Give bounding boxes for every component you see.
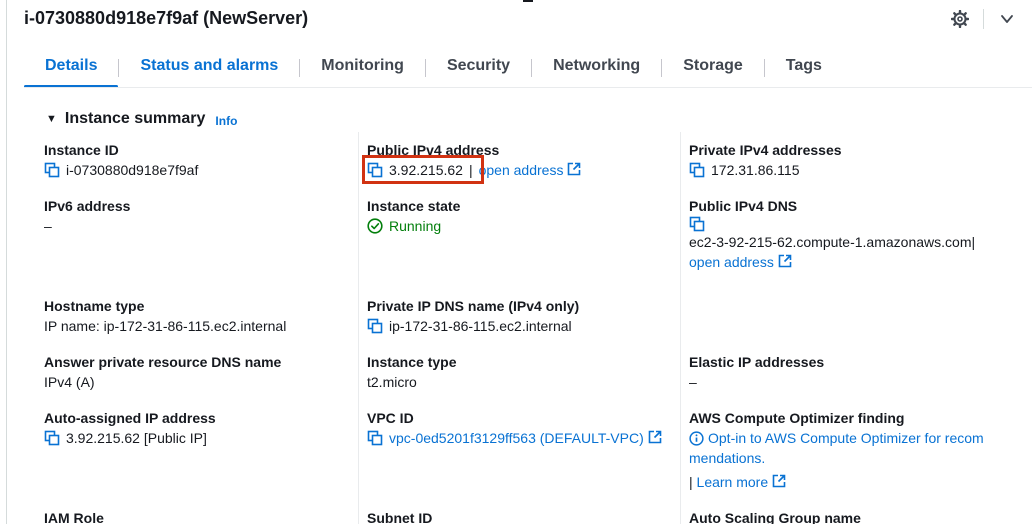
tabs-underline [24, 87, 1032, 88]
field-value: i-0730880d918e7f9af [44, 160, 198, 180]
field-value [689, 216, 975, 232]
field-label: Private IPv4 addresses [689, 142, 842, 158]
field-label: Auto-assigned IP address [44, 410, 216, 426]
copy-icon[interactable] [367, 318, 383, 334]
learn-more-link[interactable]: Learn more [697, 474, 787, 490]
private-ipv4-value: 172.31.86.115 [711, 162, 800, 178]
field-hostname-type: Hostname type IP name: ip-172-31-86-115.… [44, 296, 286, 336]
field-value: 172.31.86.115 [689, 160, 842, 180]
field-answer-dns: Answer private resource DNS name IPv4 (A… [44, 352, 281, 392]
column-divider [358, 132, 359, 524]
collapse-caret-icon[interactable]: ▼ [46, 113, 57, 125]
field-label: Instance type [367, 354, 457, 370]
field-instance-id: Instance ID i-0730880d918e7f9af [44, 140, 198, 180]
detail-tabs: Details Status and alarms Monitoring Sec… [24, 50, 843, 88]
field-vpc-id: VPC ID vpc-0ed5201f3129ff563 (DEFAULT-VP… [367, 408, 662, 448]
tab-details[interactable]: Details [24, 50, 119, 88]
copy-icon[interactable] [367, 430, 383, 446]
field-label: Auto Scaling Group name [689, 510, 861, 524]
separator: | [971, 234, 976, 250]
open-address-link[interactable]: open address [689, 252, 975, 272]
field-label: Answer private resource DNS name [44, 354, 282, 370]
field-private-ipv4: Private IPv4 addresses 172.31.86.115 [689, 140, 842, 180]
field-private-dns: Private IP DNS name (IPv4 only) ip-172-3… [367, 296, 579, 336]
instance-summary-header: ▼ Instance summary Info [46, 110, 237, 128]
field-value: ip-172-31-86-115.ec2.internal [367, 316, 579, 336]
instance-header: i-0730880d918e7f9af (NewServer) [0, 0, 1032, 40]
chevron-down-icon[interactable] [996, 8, 1018, 30]
field-subnet-id: Subnet ID [367, 508, 432, 524]
field-auto-assigned-ip: Auto-assigned IP address 3.92.215.62 [Pu… [44, 408, 216, 448]
field-compute-optimizer: AWS Compute Optimizer finding Opt-in to … [689, 408, 984, 492]
separator: | [689, 474, 693, 490]
tab-networking[interactable]: Networking [532, 50, 661, 88]
section-title: Instance summary [64, 110, 206, 127]
external-link-icon [567, 162, 581, 176]
info-link[interactable]: Info [215, 114, 237, 128]
external-link-icon [648, 430, 662, 444]
tab-storage[interactable]: Storage [662, 50, 764, 88]
column-divider [680, 132, 681, 524]
answer-dns-value: IPv4 (A) [44, 374, 95, 390]
field-asg-name: Auto Scaling Group name [689, 508, 861, 524]
info-circle-icon [689, 430, 704, 446]
private-dns-value: ip-172-31-86-115.ec2.internal [389, 318, 572, 334]
public-dns-value: ec2-3-92-215-62.compute-1.amazonaws.com [689, 234, 972, 250]
field-label: Hostname type [44, 298, 145, 314]
copy-icon[interactable] [44, 430, 60, 446]
field-value: 3.92.215.62 [Public IP] [44, 428, 216, 448]
panel-edge [6, 0, 7, 524]
field-label: AWS Compute Optimizer finding [689, 410, 905, 426]
open-address-link[interactable]: open address [479, 160, 582, 180]
copy-icon[interactable] [44, 162, 60, 178]
field-elastic-ip: Elastic IP addresses – [689, 352, 824, 392]
external-link-icon [778, 254, 792, 268]
tab-tags[interactable]: Tags [765, 50, 843, 88]
elastic-ip-value: – [689, 374, 697, 390]
field-value: vpc-0ed5201f3129ff563 (DEFAULT-VPC) [367, 428, 662, 448]
hostname-type-value: IP name: ip-172-31-86-115.ec2.internal [44, 318, 287, 334]
field-label: Instance state [367, 198, 461, 214]
header-divider [983, 9, 984, 29]
field-label: Private IP DNS name (IPv4 only) [367, 298, 580, 314]
field-label: Public IPv4 DNS [689, 198, 798, 214]
field-instance-type: Instance type t2.micro [367, 352, 456, 392]
field-label: Subnet ID [367, 510, 433, 524]
field-iam-role: IAM Role [44, 508, 104, 524]
field-label: Instance ID [44, 142, 119, 158]
check-circle-icon [367, 218, 383, 234]
instance-state-value: Running [389, 218, 442, 234]
highlight-annotation [362, 155, 484, 184]
resize-handle[interactable] [523, 0, 533, 2]
field-public-dns: Public IPv4 DNS ec2-3-92-215-62.compute-… [689, 196, 975, 272]
page-title: i-0730880d918e7f9af (NewServer) [24, 8, 309, 28]
field-instance-state: Instance state Running [367, 196, 460, 236]
field-label: IPv6 address [44, 198, 131, 214]
tab-status-and-alarms[interactable]: Status and alarms [119, 50, 299, 88]
field-ipv6: IPv6 address – [44, 196, 130, 236]
field-label: VPC ID [367, 410, 414, 426]
optimizer-opt-in-link-cont[interactable]: mendations. [689, 448, 984, 468]
tab-security[interactable]: Security [426, 50, 531, 88]
ipv6-value: – [44, 218, 52, 234]
instance-id-value: i-0730880d918e7f9af [66, 162, 199, 178]
copy-icon[interactable] [689, 216, 705, 232]
copy-icon[interactable] [689, 162, 705, 178]
status-badge: Running [367, 216, 460, 236]
field-value-line: ec2-3-92-215-62.compute-1.amazonaws.com| [689, 232, 975, 252]
field-label: Elastic IP addresses [689, 354, 825, 370]
header-actions [949, 8, 1018, 30]
optimizer-opt-in-link[interactable]: Opt-in to AWS Compute Optimizer for reco… [689, 428, 984, 448]
auto-ip-value: 3.92.215.62 [Public IP] [66, 430, 207, 446]
field-value-line: | Learn more [689, 472, 984, 492]
vpc-id-link[interactable]: vpc-0ed5201f3129ff563 (DEFAULT-VPC) [389, 428, 662, 448]
external-link-icon [772, 474, 786, 488]
instance-type-value: t2.micro [367, 374, 417, 390]
tab-monitoring[interactable]: Monitoring [300, 50, 425, 88]
field-label: IAM Role [44, 510, 104, 524]
gear-icon[interactable] [949, 8, 971, 30]
